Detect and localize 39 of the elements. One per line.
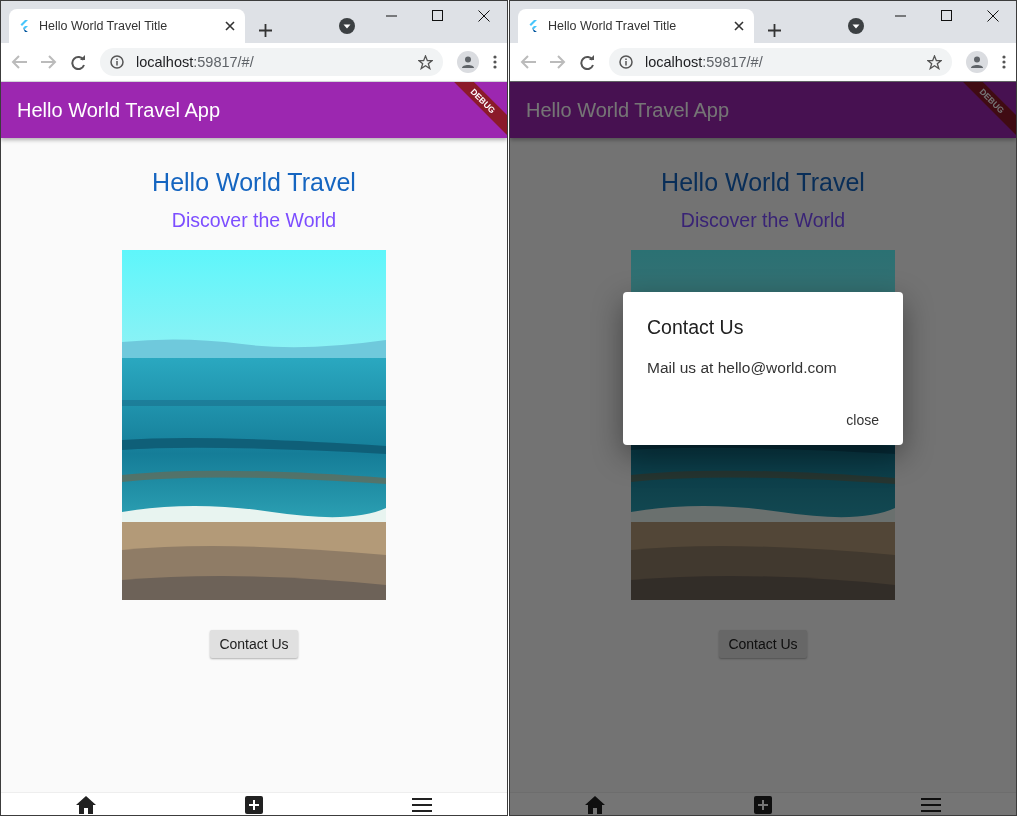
address-field[interactable]: localhost:59817/#/ bbox=[609, 48, 952, 76]
page-subheading: Discover the World bbox=[171, 209, 337, 232]
close-button[interactable]: close bbox=[838, 406, 887, 434]
app-title: Hello World Travel App bbox=[526, 98, 730, 122]
new-tab-icon[interactable] bbox=[768, 24, 781, 37]
add-box-icon[interactable] bbox=[245, 796, 263, 814]
flutter-logo-icon bbox=[19, 20, 29, 32]
new-tab-icon[interactable] bbox=[259, 24, 272, 37]
more-icon[interactable] bbox=[1002, 55, 1006, 69]
dialog-title: Contact Us bbox=[647, 316, 744, 339]
dropdown-icon[interactable] bbox=[848, 18, 864, 34]
profile-icon[interactable] bbox=[457, 51, 479, 73]
more-icon[interactable] bbox=[493, 55, 497, 69]
app-title: Hello World Travel App bbox=[17, 98, 221, 122]
info-icon[interactable] bbox=[619, 55, 633, 69]
menu-icon[interactable] bbox=[412, 798, 433, 812]
star-icon[interactable] bbox=[927, 54, 942, 70]
page-subheading: Discover the World bbox=[680, 209, 846, 232]
browser-tab[interactable]: Hello World Travel Title bbox=[518, 9, 754, 43]
reload-icon[interactable] bbox=[71, 54, 86, 70]
browser-tab[interactable]: Hello World Travel Title bbox=[9, 9, 245, 43]
page-heading: Hello World Travel bbox=[661, 168, 865, 197]
contact-button[interactable]: Contact Us bbox=[210, 630, 298, 658]
page-heading: Hello World Travel bbox=[152, 168, 356, 197]
close-icon[interactable] bbox=[734, 21, 744, 31]
close-icon[interactable] bbox=[225, 21, 235, 31]
home-icon[interactable] bbox=[75, 796, 96, 814]
url-text: localhost:59817/#/ bbox=[645, 54, 764, 70]
flutter-logo-icon bbox=[528, 20, 538, 32]
tab-title: Hello World Travel Title bbox=[39, 19, 169, 33]
tab-title: Hello World Travel Title bbox=[548, 19, 678, 33]
url-text: localhost:59817/#/ bbox=[136, 54, 255, 70]
address-field[interactable]: localhost:59817/#/ bbox=[100, 48, 443, 76]
dialog-message: Mail us at hello@world.com bbox=[647, 359, 837, 377]
reload-icon[interactable] bbox=[580, 54, 595, 70]
profile-icon[interactable] bbox=[966, 51, 988, 73]
info-icon[interactable] bbox=[110, 55, 124, 69]
dropdown-icon[interactable] bbox=[339, 18, 355, 34]
star-icon[interactable] bbox=[418, 54, 433, 70]
